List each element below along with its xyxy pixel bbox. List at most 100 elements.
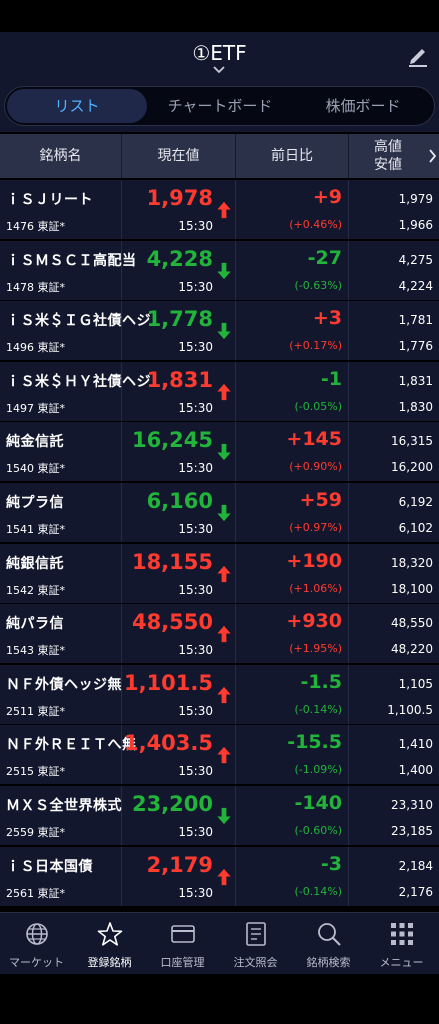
percent-change: (-0.14%) xyxy=(294,702,343,716)
current-price: 1,778 xyxy=(146,307,213,332)
percent-change: (+1.06%) xyxy=(289,581,342,595)
card-icon xyxy=(171,925,195,943)
price-change: -27 xyxy=(307,246,342,269)
price-time: 15:30 xyxy=(178,703,213,718)
edit-pencil-icon[interactable] xyxy=(407,44,429,68)
security-name: 純パラ信 xyxy=(6,616,64,633)
high-low-cell: 23,310 23,185 xyxy=(349,786,439,845)
low-price: 2,176 xyxy=(398,884,433,899)
change-cell: -1.5 (-0.14%) xyxy=(236,664,349,724)
table-row[interactable]: ｉＳＭＳＣＩ高配当 1478 東証* 4,228 15:30 -27 (-0.63%) 4,… xyxy=(0,240,439,300)
tab-menu[interactable]: メニュー xyxy=(365,913,438,975)
price-change: -3 xyxy=(320,852,342,875)
name-cell: 純金信託 1540 東証* xyxy=(0,422,122,482)
change-cell: -15.5 (-1.09%) xyxy=(236,725,349,785)
low-price: 1,400 xyxy=(398,763,433,778)
name-cell: ＭＸＳ全世界株式 2559 東証* xyxy=(0,786,122,845)
column-header-low: 安値 xyxy=(374,157,402,173)
low-price: 18,100 xyxy=(391,581,433,596)
current-price: 2,179 xyxy=(146,852,213,877)
view-switcher: リスト チャートボード 株価ボード xyxy=(0,80,439,132)
name-cell: ｉＳＭＳＣＩ高配当 1478 東証* xyxy=(0,240,136,300)
table-row[interactable]: 純プラ信 1541 東証* 6,160 15:30 +59 (+0.97%) 6,192 6,… xyxy=(0,483,439,542)
current-price: 16,245 xyxy=(131,428,213,453)
tab-label: 銘柄検索 xyxy=(306,956,351,969)
column-header-price[interactable]: 現在値 xyxy=(122,134,236,178)
tab-list[interactable]: リスト xyxy=(7,89,147,123)
column-header-high-low[interactable]: 高値 安値 xyxy=(349,134,427,178)
change-cell: -1 (-0.05%) xyxy=(236,361,349,421)
chevron-down-icon[interactable] xyxy=(213,66,225,74)
table-row[interactable]: ｉＳ日本国債 2561 東証* 2,179 15:30 -3 (-0.14%) 2,184 2… xyxy=(0,846,439,906)
change-cell: +190 (+1.06%) xyxy=(236,543,349,603)
table-row[interactable]: 純銀信託 1542 東証* 18,155 15:30 +190 (+1.06%) 18,32… xyxy=(0,543,439,603)
name-cell: ＮＦ外債ヘッジ無 2511 東証* xyxy=(0,664,122,724)
table-row[interactable]: ＭＸＳ全世界株式 2559 東証* 23,200 15:30 -140 (-0.60%) 2… xyxy=(0,786,439,845)
change-cell: +3 (+0.17%) xyxy=(236,301,349,361)
table-row[interactable]: 純パラ信 1543 東証* 48,550 15:30 +930 (+1.95%) 48,55… xyxy=(0,604,439,664)
change-cell: +930 (+1.95%) xyxy=(236,604,349,664)
tab-market[interactable]: マーケット xyxy=(0,913,73,975)
column-header-change[interactable]: 前日比 xyxy=(236,134,349,178)
price-change: -15.5 xyxy=(287,731,342,754)
high-price: 1,410 xyxy=(398,737,433,752)
list-title-dropdown[interactable]: ①ETF xyxy=(0,41,439,65)
current-price: 48,550 xyxy=(131,610,213,635)
price-change: +59 xyxy=(299,489,342,511)
column-header-name[interactable]: 銘柄名 xyxy=(0,134,122,178)
price-cell: 6,160 15:30 xyxy=(122,483,236,542)
price-time: 15:30 xyxy=(178,643,213,658)
arrow-down-icon xyxy=(217,504,231,522)
tab-label: マーケット xyxy=(9,956,64,969)
high-low-cell: 1,410 1,400 xyxy=(349,725,439,784)
price-change: +930 xyxy=(286,610,342,633)
globe-icon xyxy=(26,923,48,945)
tab-price-board[interactable]: 株価ボード xyxy=(293,87,433,125)
tab-label: メニュー xyxy=(379,956,424,969)
table-row[interactable]: ｉＳ米＄ＨＹ社債ヘジ 1497 東証* 1,831 15:30 -1 (-0.05%) 1,… xyxy=(0,361,439,421)
grid-menu-icon xyxy=(391,923,413,945)
price-change: +190 xyxy=(286,549,342,572)
security-code: 2559 東証* xyxy=(6,826,65,839)
status-bar xyxy=(0,0,439,32)
table-row[interactable]: ＮＦ外債ヘッジ無 2511 東証* 1,101.5 15:30 -1.5 (-0.14%)… xyxy=(0,664,439,724)
search-icon xyxy=(318,923,341,946)
high-low-cell: 1,831 1,830 xyxy=(349,362,439,421)
arrow-up-icon xyxy=(217,747,231,764)
price-cell: 18,155 15:30 xyxy=(122,543,236,603)
percent-change: (-0.05%) xyxy=(294,399,343,413)
high-price: 1,831 xyxy=(398,373,433,388)
name-cell: 純パラ信 1543 東証* xyxy=(0,604,122,664)
table-row[interactable]: 純金信託 1540 東証* 16,245 15:30 +145 (+0.90%) 16,31… xyxy=(0,422,439,482)
arrow-up-icon xyxy=(217,201,231,219)
low-price: 6,102 xyxy=(398,521,433,535)
table-row[interactable]: ｉＳ米＄ＩＧ社債ヘジ 1496 東証* 1,778 15:30 +3 (+0.17%) 1,… xyxy=(0,301,439,361)
change-cell: +59 (+0.97%) xyxy=(236,483,349,542)
high-price: 18,320 xyxy=(391,555,433,570)
current-price: 6,160 xyxy=(146,489,213,513)
price-time: 15:30 xyxy=(178,461,213,476)
tab-label: 登録銘柄 xyxy=(87,956,132,969)
table-row[interactable]: ＮＦ外ＲＥＩＴへ無 2515 東証* 1,403.5 15:30 -15.5 (-1.09… xyxy=(0,725,439,785)
tab-account[interactable]: 口座管理 xyxy=(146,913,219,975)
security-name: ｉＳＪリート xyxy=(6,192,93,208)
low-price: 1,100.5 xyxy=(387,702,433,717)
price-time: 15:30 xyxy=(178,400,213,415)
tab-search[interactable]: 銘柄検索 xyxy=(292,913,365,975)
table-header: 銘柄名 現在値 前日比 高値 安値 xyxy=(0,134,439,178)
table-row[interactable]: ｉＳＪリート 1476 東証* 1,978 15:30 +9 (+0.46%) 1,979 1… xyxy=(0,180,439,239)
tab-chart-board[interactable]: チャートボード xyxy=(148,87,292,125)
price-time: 15:30 xyxy=(178,764,213,779)
column-header-high: 高値 xyxy=(374,139,402,155)
name-cell: ｉＳＪリート 1476 東証* xyxy=(0,180,122,239)
segmented-control: リスト チャートボード 株価ボード xyxy=(4,86,435,126)
low-price: 16,200 xyxy=(391,460,433,475)
tab-watchlist[interactable]: 登録銘柄 xyxy=(73,913,146,975)
change-cell: -27 (-0.63%) xyxy=(236,240,349,300)
chevron-right-icon[interactable] xyxy=(427,134,439,178)
percent-change: (+0.17%) xyxy=(289,339,342,353)
tab-orders[interactable]: 注文照会 xyxy=(219,913,292,975)
price-time: 15:30 xyxy=(178,582,213,597)
price-cell: 2,179 15:30 xyxy=(122,846,236,906)
system-nav-area xyxy=(0,974,439,1024)
